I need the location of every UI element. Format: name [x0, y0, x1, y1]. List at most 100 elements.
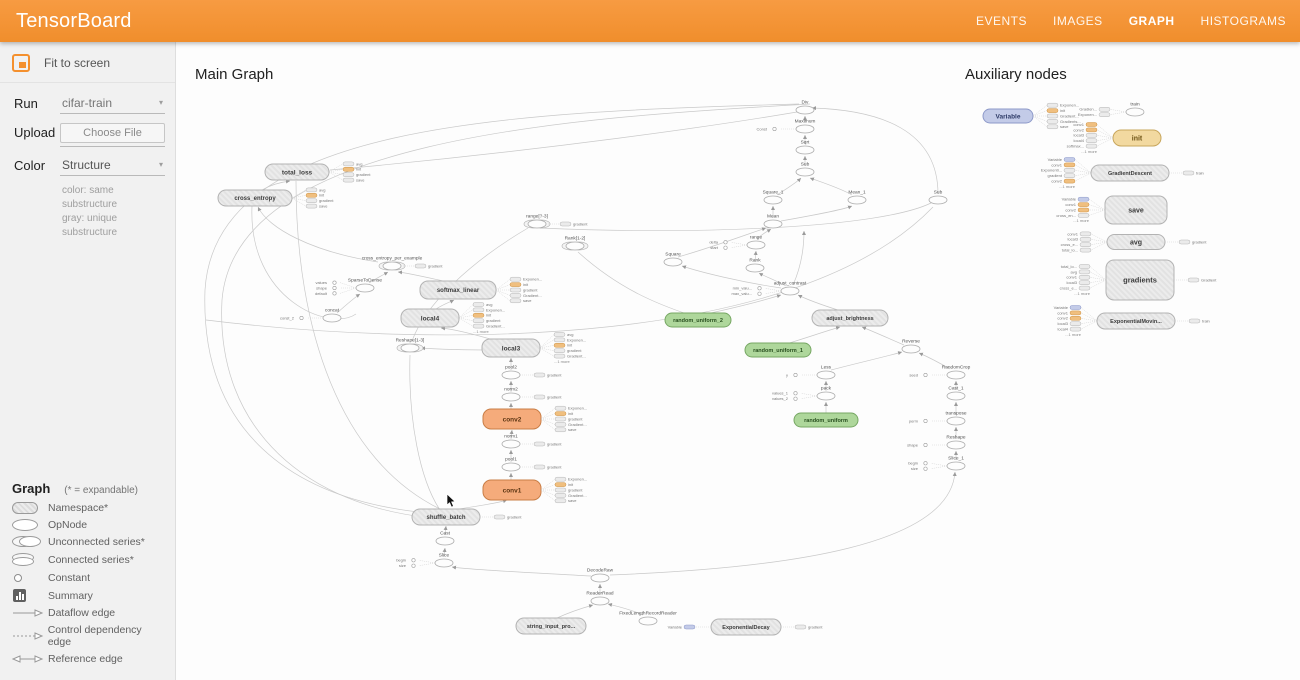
graph-node-random_uniform_1[interactable]: random_uniform_1 — [745, 343, 811, 357]
graph-node-less[interactable]: Less — [817, 365, 835, 380]
svg-text:...1 more: ...1 more — [1074, 291, 1091, 296]
graph-node-cepe[interactable]: cross_entropy_per_example — [362, 256, 423, 271]
svg-text:DecodeRaw: DecodeRaw — [587, 568, 614, 574]
graph-node-softmax_linear[interactable]: softmax_linear — [420, 281, 496, 299]
svg-text:train: train — [1202, 318, 1210, 323]
color-select[interactable]: Structure ▾ — [60, 156, 165, 176]
graph-node-save_aux[interactable]: save — [1105, 196, 1167, 224]
graph-edge — [557, 605, 593, 618]
graph-node-mean[interactable]: Mean — [764, 214, 782, 229]
color-underline — [60, 175, 165, 176]
graph-node-train_mini[interactable]: train — [1126, 102, 1144, 117]
svg-text:gradient: gradient — [567, 348, 582, 353]
graph-node-maximum[interactable]: Maximum — [795, 119, 816, 134]
graph-node-adjust_brightness[interactable]: adjust_brightness — [812, 310, 888, 326]
svg-text:Exponen...: Exponen... — [568, 406, 587, 411]
graph-node-reader_read[interactable]: ReaderRead — [586, 591, 614, 606]
svg-text:Square: Square — [665, 252, 681, 258]
svg-text:begin: begin — [396, 558, 406, 563]
graph-node-square_1[interactable]: Square_1 — [763, 190, 784, 205]
svg-text:avg: avg — [1071, 269, 1077, 274]
graph-node-reshape_r[interactable]: Reshape — [946, 435, 966, 450]
svg-text:pool1: pool1 — [505, 457, 517, 463]
svg-text:Maximum: Maximum — [795, 119, 816, 125]
graph-node-rank[interactable]: Rank — [746, 258, 764, 273]
graph-node-sub_r[interactable]: Sub — [929, 190, 947, 205]
svg-text:save: save — [523, 298, 532, 303]
graph-node-range_q3[interactable]: range[?-3] — [524, 214, 550, 229]
graph-node-conv2[interactable]: conv2 — [483, 409, 541, 429]
graph-node-sub_c[interactable]: Sub — [796, 162, 814, 177]
run-select[interactable]: cifar-train ▾ — [60, 94, 165, 114]
svg-text:conv1: conv1 — [1066, 275, 1077, 280]
graph-node-slice_1[interactable]: Slice_1 — [947, 456, 965, 471]
graph-node-random_uniform[interactable]: random_uniform — [794, 413, 858, 427]
color-help-line2: gray: unique substructure — [62, 212, 165, 240]
svg-text:ReaderRead: ReaderRead — [586, 591, 614, 597]
svg-text:Exponen...: Exponen... — [567, 337, 586, 342]
graph-node-reverse[interactable]: Reverse — [902, 339, 920, 354]
graph-node-pool2[interactable]: pool2 — [502, 365, 520, 380]
svg-text:conv1: conv1 — [503, 487, 522, 494]
svg-text:Cast: Cast — [440, 531, 451, 537]
unconnected-series-icon — [12, 536, 42, 548]
graph-node-flrr[interactable]: FixedLengthRecordReader — [619, 611, 677, 626]
graph-node-mean_1[interactable]: Mean_1 — [848, 190, 866, 205]
graph-node-total_loss[interactable]: total_loss — [265, 164, 329, 180]
graph-node-cast_1[interactable]: Cast_1 — [947, 386, 965, 401]
graph-node-avg_aux[interactable]: avg — [1107, 235, 1165, 250]
graph-node-shuffle_batch[interactable]: shuffle_batch — [412, 509, 480, 525]
graph-node-sqrt[interactable]: Sqrt — [796, 140, 814, 155]
graph-node-random_crop[interactable]: RandomCrop — [942, 365, 971, 380]
tab-histograms[interactable]: HISTOGRAMS — [1201, 14, 1286, 28]
graph-edge — [786, 327, 840, 344]
svg-text:softmax_linear: softmax_linear — [437, 288, 480, 294]
graph-node-local4[interactable]: local4 — [401, 309, 459, 327]
tab-images[interactable]: IMAGES — [1053, 14, 1103, 28]
graph-node-pack[interactable]: pack — [817, 386, 835, 401]
graph-node-sparse_to_dense[interactable]: SparseToDense — [348, 278, 382, 293]
graph-node-init_aux[interactable]: init — [1113, 130, 1161, 146]
graph-node-string_input[interactable]: string_input_pro... — [516, 618, 586, 634]
tab-events[interactable]: EVENTS — [976, 14, 1027, 28]
graph-node-conv1[interactable]: conv1 — [483, 480, 541, 500]
tab-graph[interactable]: GRAPH — [1129, 14, 1175, 28]
graph-node-norm2[interactable]: norm2 — [502, 387, 520, 402]
graph-node-slice_b[interactable]: Slice — [435, 553, 453, 568]
graph-node-reshape_13[interactable]: Reshape[1-3] — [396, 338, 425, 353]
graph-node-rank_12[interactable]: Rank[1-2] — [562, 236, 588, 251]
graph-node-range_s[interactable]: range — [747, 235, 765, 250]
svg-text:cross_e...: cross_e... — [1060, 286, 1077, 291]
choose-file-button[interactable]: Choose File — [60, 123, 165, 143]
svg-text:transpose: transpose — [945, 411, 966, 417]
graph-node-cast_b[interactable]: Cast — [436, 531, 454, 546]
graph-node-exp_decay[interactable]: ExponentialDecay — [711, 619, 781, 635]
run-row: Run cifar-train ▾ — [0, 87, 175, 116]
graph-node-norm1[interactable]: norm1 — [502, 434, 520, 449]
graph-node-random_uniform_2[interactable]: random_uniform_2 — [665, 313, 731, 327]
graph-node-decode_raw[interactable]: DecodeRaw — [587, 568, 614, 583]
graph-node-div[interactable]: Div — [796, 100, 814, 115]
legend-title: Graph — [12, 481, 50, 496]
graph-node-local3[interactable]: local3 — [482, 339, 540, 357]
svg-text:pack: pack — [821, 386, 832, 392]
svg-text:local3: local3 — [502, 345, 521, 352]
svg-text:min_valu...: min_valu... — [733, 286, 752, 291]
graph-node-square_c[interactable]: Square — [664, 252, 682, 267]
graph-node-ema_aux[interactable]: ExponentialMovin... — [1097, 313, 1175, 329]
graph-node-concat[interactable]: concat — [323, 308, 341, 323]
graph-canvas[interactable]: total_lossavg init gradient save cross_entro… — [176, 42, 1300, 680]
graph-node-gradients_aux[interactable]: gradients — [1106, 260, 1174, 300]
svg-text:Exponen...: Exponen... — [523, 277, 542, 282]
graph-node-transpose[interactable]: transpose — [945, 411, 966, 426]
graph-node-cross_entropy[interactable]: cross_entropy — [218, 190, 292, 206]
graph-node-pool1[interactable]: pool1 — [502, 457, 520, 472]
sidebar: Fit to screen Run cifar-train ▾ Upload C… — [0, 42, 176, 680]
svg-text:...1 more: ...1 more — [473, 329, 490, 334]
svg-text:train: train — [1196, 170, 1204, 175]
graph-node-variable_aux[interactable]: Variable — [983, 109, 1033, 123]
svg-text:init: init — [568, 482, 574, 487]
graph-node-gradient_descent[interactable]: GradientDescent — [1091, 165, 1169, 181]
svg-text:Gradient...: Gradient... — [568, 493, 587, 498]
fit-to-screen-icon[interactable] — [12, 54, 30, 72]
